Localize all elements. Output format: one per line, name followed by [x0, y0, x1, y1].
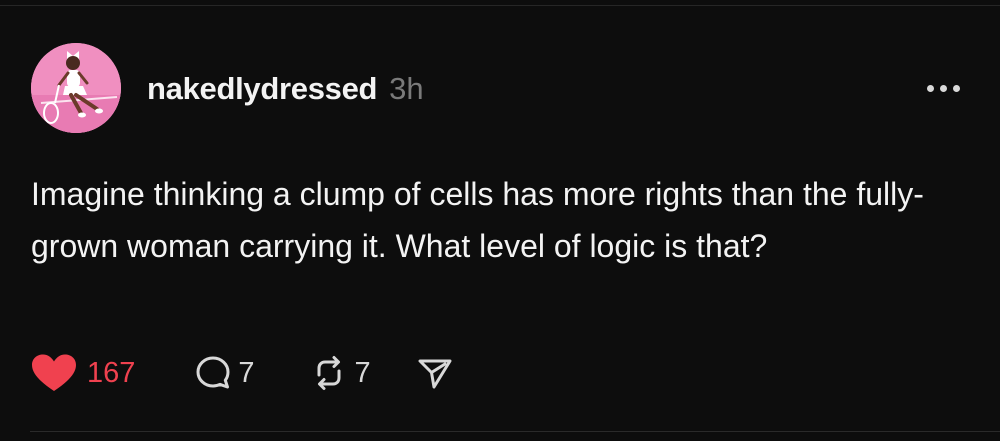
top-divider [0, 5, 1000, 6]
repost-icon [317, 356, 341, 390]
timestamp: 3h [389, 71, 424, 106]
heart-icon [32, 354, 76, 391]
more-dot [952, 84, 960, 92]
action-bar: 167 7 7 [30, 350, 453, 396]
repost-count: 7 [354, 356, 371, 389]
reply-count: 7 [238, 356, 255, 389]
more-dot [939, 84, 947, 92]
post-header: nakedlydressed 3h [147, 66, 424, 112]
more-options-button[interactable] [918, 76, 968, 100]
more-dots-icon [926, 84, 934, 92]
share-button[interactable] [417, 355, 453, 391]
avatar-image [31, 43, 121, 133]
username[interactable]: nakedlydressed [147, 71, 377, 107]
send-icon [418, 359, 452, 389]
speech-bubble-icon [196, 356, 230, 389]
like-button[interactable]: 167 [30, 353, 135, 393]
bottom-divider [30, 431, 1000, 432]
reply-button[interactable]: 7 [195, 355, 255, 391]
repost-button[interactable]: 7 [311, 355, 371, 391]
avatar[interactable] [31, 43, 121, 133]
like-count: 167 [87, 356, 136, 389]
post-text: Imagine thinking a clump of cells has mo… [31, 176, 924, 264]
